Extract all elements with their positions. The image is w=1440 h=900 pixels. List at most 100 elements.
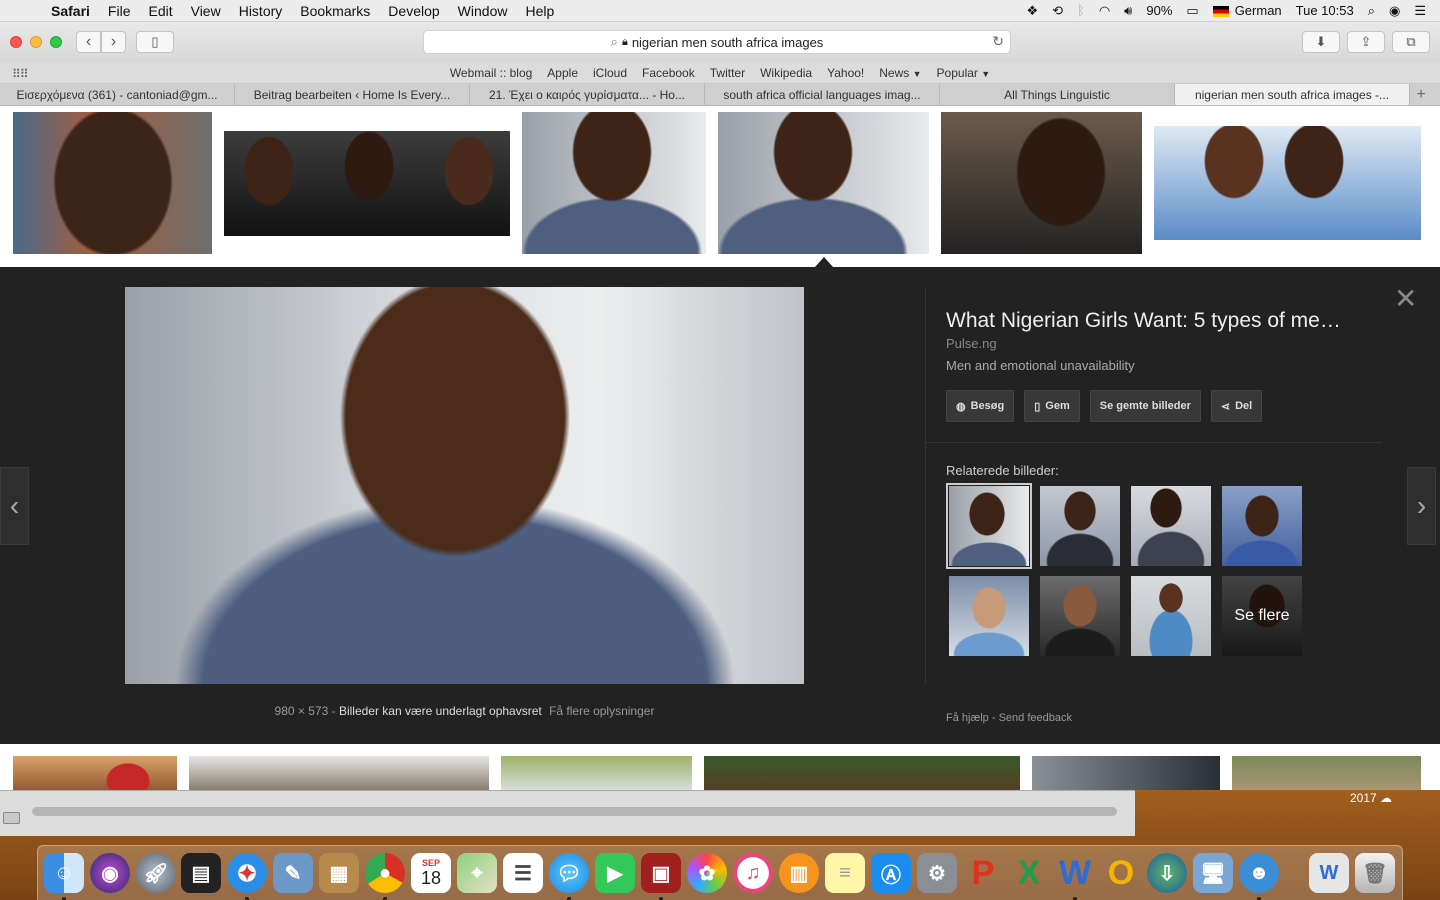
- see-more-related-button[interactable]: Se flere: [1222, 576, 1302, 656]
- bookmark-news-folder[interactable]: News ▼: [872, 66, 929, 80]
- horizontal-scrollbar[interactable]: [32, 807, 1117, 816]
- notification-center-icon[interactable]: ☰: [1414, 3, 1426, 19]
- result-thumbnail[interactable]: [704, 756, 1020, 790]
- reminders-icon[interactable]: ☰: [503, 853, 543, 893]
- itunes-icon[interactable]: ♫: [733, 853, 773, 893]
- window-icon[interactable]: [3, 812, 20, 824]
- send-feedback-link[interactable]: Send feedback: [999, 712, 1072, 724]
- forward-button[interactable]: ›: [101, 31, 126, 53]
- desktop-folder-label[interactable]: 2017 ☁: [1350, 791, 1392, 805]
- network-app-icon[interactable]: ⇩: [1147, 853, 1187, 893]
- bookmark-apple[interactable]: Apple: [540, 66, 586, 80]
- downloads-button[interactable]: ⬇: [1302, 31, 1340, 53]
- related-image-thumbnail[interactable]: [1131, 576, 1211, 656]
- bookmark-twitter[interactable]: Twitter: [702, 66, 752, 80]
- result-thumbnail[interactable]: [13, 756, 177, 790]
- menu-file[interactable]: File: [99, 3, 140, 19]
- result-thumbnail[interactable]: [501, 756, 692, 790]
- app-store-icon[interactable]: Ⓐ: [871, 853, 911, 893]
- save-button[interactable]: ▯ Gem: [1024, 390, 1080, 422]
- result-thumbnail-selected[interactable]: [718, 112, 929, 254]
- tab-blog-editor[interactable]: Beitrag bearbeiten ‹ Home Is Every...: [235, 84, 470, 105]
- clock[interactable]: Tue 10:53: [1296, 3, 1354, 18]
- photo-booth-icon[interactable]: ▣: [641, 853, 681, 893]
- back-button[interactable]: ‹: [76, 31, 101, 53]
- powerpoint-icon[interactable]: P: [963, 853, 1003, 893]
- bookmark-icloud[interactable]: iCloud: [586, 66, 635, 80]
- remote-desktop-icon[interactable]: 🖥︎: [1193, 853, 1233, 893]
- wifi-icon[interactable]: ◠: [1099, 3, 1110, 19]
- new-tab-button[interactable]: +: [1410, 84, 1432, 105]
- dropbox-icon[interactable]: ❖: [1026, 3, 1038, 19]
- view-saved-button[interactable]: Se gemte billeder: [1089, 390, 1201, 422]
- ibooks-icon[interactable]: ▥: [779, 853, 819, 893]
- menu-develop[interactable]: Develop: [379, 3, 448, 19]
- bookmark-wikipedia[interactable]: Wikipedia: [753, 66, 820, 80]
- result-thumbnail[interactable]: [1232, 756, 1421, 790]
- preview-app-icon[interactable]: ✎: [273, 853, 313, 893]
- related-image-thumbnail[interactable]: [949, 576, 1029, 656]
- word-icon[interactable]: W: [1055, 853, 1095, 893]
- outlook-icon[interactable]: O: [1101, 853, 1141, 893]
- tab-gmail[interactable]: Εισερχόμενα (361) - cantoniad@gm...: [0, 84, 235, 105]
- tab-greek-article[interactable]: 21. Έχει ο καιρός γυρίσματα... - Ho...: [470, 84, 705, 105]
- close-preview-icon[interactable]: ✕: [1394, 285, 1417, 313]
- menu-bookmarks[interactable]: Bookmarks: [291, 3, 379, 19]
- finder-icon[interactable]: ☺: [44, 853, 84, 893]
- address-bar[interactable]: ⌕ 🔒︎ nigerian men south africa images ↻: [423, 30, 1011, 54]
- time-machine-icon[interactable]: ⟲: [1052, 3, 1063, 19]
- preview-image[interactable]: [125, 287, 804, 684]
- preview-title[interactable]: What Nigerian Girls Want: 5 types of me…: [946, 309, 1341, 333]
- related-image-thumbnail[interactable]: [1040, 486, 1120, 566]
- lync-icon[interactable]: ☻: [1239, 853, 1279, 893]
- documents-folder-icon[interactable]: W: [1309, 853, 1349, 893]
- result-thumbnail[interactable]: [1032, 756, 1220, 790]
- messages-icon[interactable]: 💬︎: [549, 853, 589, 893]
- result-thumbnail[interactable]: [522, 112, 706, 254]
- reload-icon[interactable]: ↻: [992, 33, 1004, 50]
- visit-button[interactable]: ◍ Besøg: [946, 390, 1015, 422]
- menu-help[interactable]: Help: [516, 3, 563, 19]
- close-window-button[interactable]: [10, 36, 22, 48]
- tab-current-search[interactable]: nigerian men south africa images -...: [1175, 84, 1410, 105]
- chrome-icon[interactable]: ●: [365, 853, 405, 893]
- related-image-thumbnail[interactable]: [946, 483, 1032, 569]
- safari-app-icon[interactable]: ✦: [227, 853, 267, 893]
- excel-icon[interactable]: X: [1009, 853, 1049, 893]
- siri-icon[interactable]: ◉: [90, 853, 130, 893]
- result-thumbnail[interactable]: [13, 112, 212, 254]
- result-thumbnail[interactable]: [189, 756, 489, 790]
- trash-icon[interactable]: 🗑︎: [1355, 853, 1395, 893]
- facetime-icon[interactable]: ▶: [595, 853, 635, 893]
- sidebar-toggle-button[interactable]: ▯: [136, 31, 174, 53]
- previous-image-button[interactable]: ‹: [0, 467, 29, 545]
- share-image-button[interactable]: ⋖ Del: [1210, 390, 1263, 422]
- contacts-app-icon[interactable]: ▦: [319, 853, 359, 893]
- bookmark-facebook[interactable]: Facebook: [635, 66, 703, 80]
- system-preferences-icon[interactable]: ⚙: [917, 853, 957, 893]
- bookmark-popular-folder[interactable]: Popular ▼: [929, 66, 998, 80]
- zoom-window-button[interactable]: [50, 36, 62, 48]
- menu-window[interactable]: Window: [449, 3, 517, 19]
- bookmark-yahoo[interactable]: Yahoo!: [820, 66, 872, 80]
- photos-icon[interactable]: ✿: [687, 853, 727, 893]
- spotlight-icon[interactable]: ⌕: [1368, 3, 1375, 19]
- battery-percent[interactable]: 90%: [1146, 3, 1172, 18]
- volume-icon[interactable]: 🔊︎: [1124, 3, 1132, 19]
- share-button[interactable]: ⇪: [1347, 31, 1385, 53]
- tab-overview-button[interactable]: ⧉: [1392, 31, 1430, 53]
- related-image-thumbnail[interactable]: [1222, 486, 1302, 566]
- minimize-window-button[interactable]: [30, 36, 42, 48]
- help-link[interactable]: Få hjælp: [946, 712, 989, 724]
- menu-view[interactable]: View: [182, 3, 230, 19]
- menu-edit[interactable]: Edit: [139, 3, 181, 19]
- battery-icon[interactable]: ▭: [1186, 3, 1198, 19]
- dashboard-icon[interactable]: ▤: [181, 853, 221, 893]
- siri-icon[interactable]: ◉: [1389, 3, 1400, 19]
- input-source[interactable]: German: [1212, 3, 1282, 18]
- calendar-icon[interactable]: SEP 18: [411, 853, 451, 893]
- related-image-thumbnail[interactable]: [1040, 576, 1120, 656]
- result-thumbnail[interactable]: [941, 112, 1142, 254]
- bookmark-webmail[interactable]: Webmail :: blog: [442, 66, 539, 80]
- next-image-button[interactable]: ›: [1407, 467, 1436, 545]
